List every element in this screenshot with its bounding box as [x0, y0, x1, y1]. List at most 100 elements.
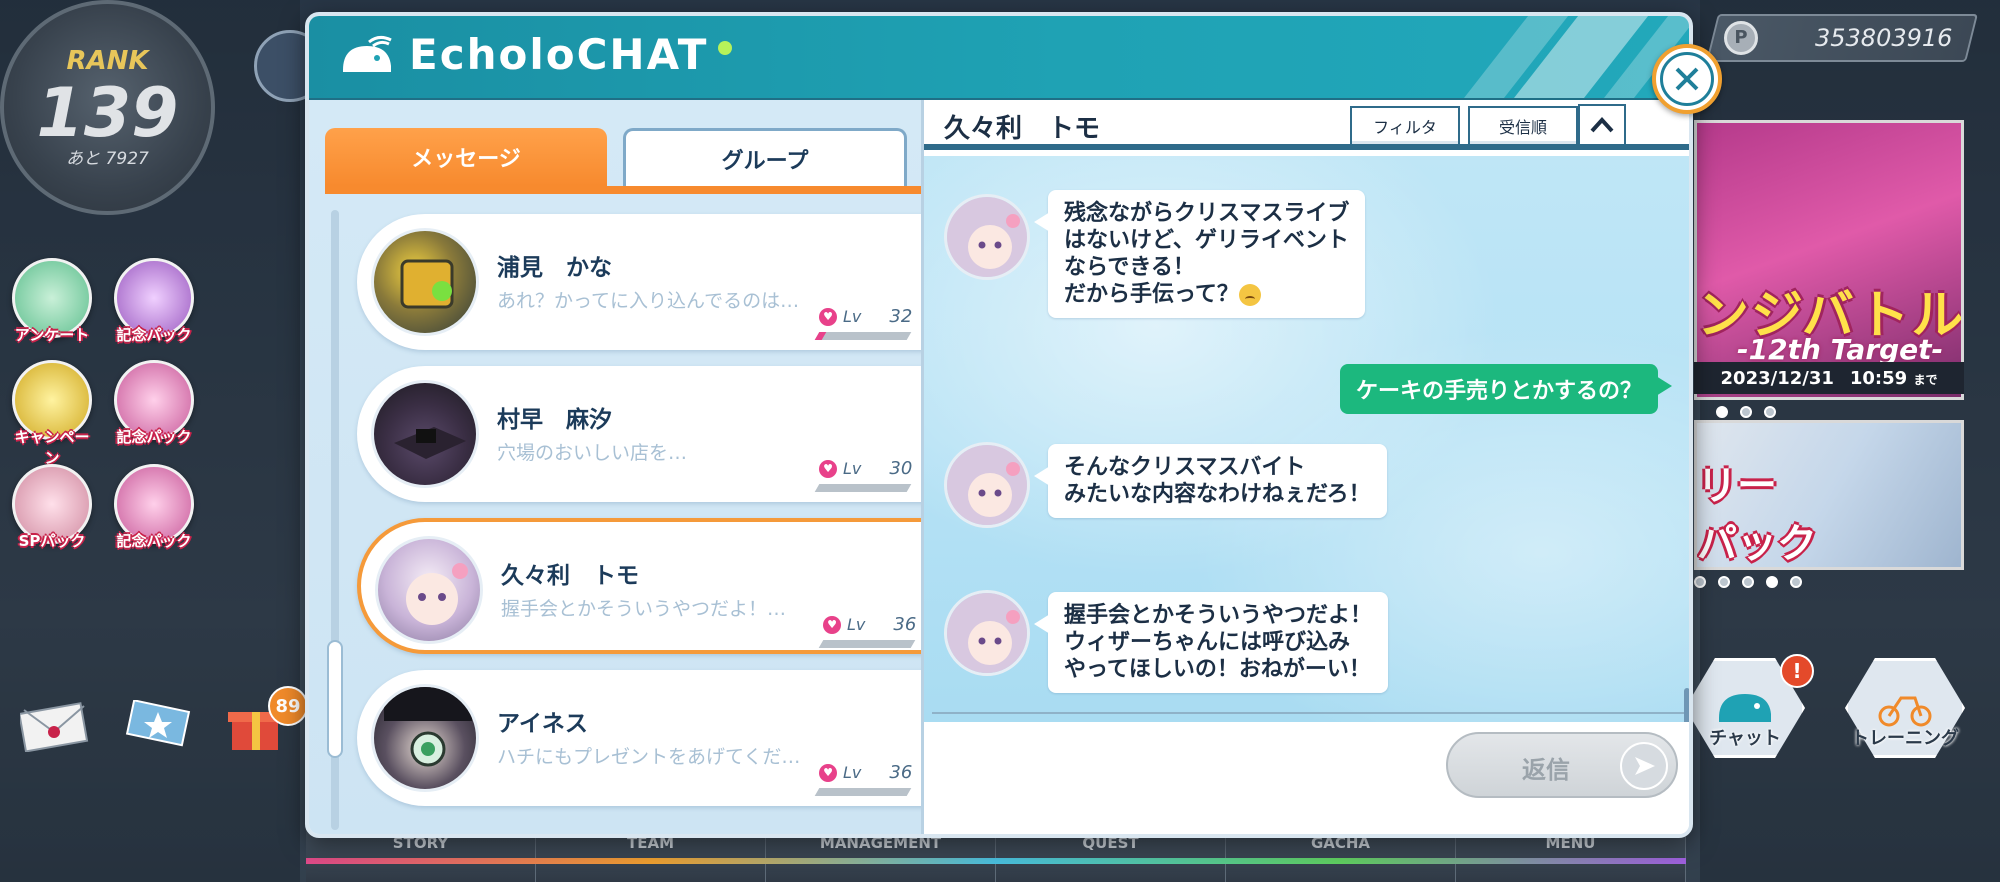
contacts-scrollbar-thumb[interactable]: [327, 640, 343, 758]
affinity-bar: [814, 484, 912, 492]
chat-label: チャット: [1709, 728, 1781, 749]
commemorative-pack-button[interactable]: 記念パック: [110, 258, 198, 345]
contact-item[interactable]: アイネス ハチにもプレゼントをあげてくだ… ♥ Lv 36: [357, 670, 977, 806]
rank-next-exp: あと 7927: [66, 149, 149, 169]
reply-button[interactable]: 返信: [1446, 732, 1678, 798]
event-date: 2023/12/31: [1720, 367, 1834, 389]
message-list-divider: [932, 712, 1688, 714]
affinity-level: ♥ Lv 36: [823, 614, 916, 635]
conversation-panel: 久々利 トモ フィルタ 受信順 残念ながらクリスマスライブ はないけど、ゲリライ…: [921, 100, 1689, 834]
event-banner-date: 2023/12/31 10:59 まで: [1694, 362, 1964, 394]
chevron-up-icon: [1590, 117, 1614, 133]
tab-underline: [325, 186, 921, 194]
partner-avatar: [944, 590, 1030, 676]
reply-label: 返信: [1522, 756, 1570, 784]
pack-banner[interactable]: リー パック: [1694, 420, 1964, 570]
echolochat-dialog: EcholoCHAT メッセージ グループ 浦見 かな あれ？かってに入り込んで…: [305, 12, 1693, 838]
level-label: Lv: [843, 459, 862, 478]
training-button[interactable]: トレーニング: [1840, 658, 1970, 778]
pack-banner-pager[interactable]: [1694, 576, 1802, 588]
avatar: [375, 536, 483, 644]
currency-display: P 353803916: [1706, 14, 1978, 62]
collapse-button[interactable]: [1578, 104, 1626, 146]
reply-area: 返信: [924, 722, 1689, 834]
chat-alert-badge: !: [1780, 654, 1814, 688]
event-banner[interactable]: ンジバトル -12th Target-: [1694, 120, 1964, 400]
survey-label: アンケート: [14, 326, 90, 344]
star-flag-icon[interactable]: [124, 699, 194, 752]
contact-item[interactable]: 村早 麻汐 穴場のおいしい店を… ♥ Lv 30: [357, 366, 977, 502]
level-label: Lv: [847, 615, 866, 634]
gift-count-badge: 89: [268, 686, 308, 726]
echolochat-logo: EcholoCHAT: [339, 30, 733, 79]
pager-dot[interactable]: [1694, 576, 1706, 588]
sort-button[interactable]: 受信順: [1468, 106, 1578, 146]
contact-preview: あれ？かってに入り込んでるのは…: [497, 290, 800, 312]
send-arrow-icon: [1620, 742, 1668, 790]
dialog-header: EcholoCHAT: [309, 16, 1689, 98]
sp-pack-label: SPパック: [18, 532, 86, 550]
affinity-level: ♥ Lv 32: [819, 306, 912, 327]
message-bubble-incoming: 残念ながらクリスマスライブ はないけど、ゲリライベント ならできる！ だから手伝…: [1033, 190, 1366, 318]
message-scrollbar[interactable]: [1684, 688, 1689, 722]
contact-preview: 握手会とかそういうやつだよ！…: [501, 598, 787, 620]
level-value: 30: [889, 458, 913, 479]
survey-button[interactable]: アンケート: [8, 258, 96, 345]
pager-dot[interactable]: [1764, 406, 1776, 418]
rank-display[interactable]: RANK 139 あと 7927: [0, 0, 215, 215]
rank-value: 139: [36, 74, 179, 153]
avatar: [371, 684, 479, 792]
contact-item[interactable]: 浦見 かな あれ？かってに入り込んでるのは… ♥ Lv 32: [357, 214, 977, 350]
level-value: 36: [889, 762, 913, 783]
contact-preview: ハチにもプレゼントをあげてくだ…: [497, 746, 801, 768]
message-bubble-incoming: 握手会とかそういうやつだよ！ ウィザーちゃんには呼び込み やってほしいの！おねが…: [1033, 592, 1389, 693]
level-value: 32: [889, 306, 913, 327]
affinity-bar-fill: [814, 788, 820, 796]
pack-banner-text: リー パック: [1697, 463, 1817, 567]
filter-button[interactable]: フィルタ: [1350, 106, 1460, 146]
message-list[interactable]: 残念ながらクリスマスライブ はないけど、ゲリライベント ならできる！ だから手伝…: [924, 156, 1689, 722]
pager-dot[interactable]: [1740, 406, 1752, 418]
affinity-bar: [814, 332, 912, 340]
contact-item-selected[interactable]: 久々利 トモ 握手会とかそういうやつだよ！… ♥ Lv 36: [357, 518, 977, 654]
mail-icon[interactable]: [18, 700, 90, 753]
pager-dot[interactable]: [1718, 576, 1730, 588]
rank-label: RANK: [66, 46, 149, 76]
contact-name: 村早 麻汐: [497, 407, 612, 433]
commemorative-pack-button-3[interactable]: 記念パック: [110, 464, 198, 551]
campaign-button[interactable]: キャンペーン: [8, 360, 96, 468]
pager-dot[interactable]: [1766, 576, 1778, 588]
affinity-bar-fill: [814, 484, 820, 492]
contacts-panel: メッセージ グループ 浦見 かな あれ？かってに入り込んでるのは… ♥ Lv 3…: [309, 100, 977, 834]
pager-dot[interactable]: [1716, 406, 1728, 418]
contact-preview: 穴場のおいしい店を…: [497, 442, 688, 464]
training-label: トレーニング: [1851, 728, 1959, 749]
partner-avatar: [944, 194, 1030, 280]
close-button[interactable]: [1652, 44, 1722, 114]
tab-messages[interactable]: メッセージ: [325, 128, 607, 186]
pack-label: 記念パック: [116, 428, 192, 446]
pack-label: 記念パック: [116, 326, 192, 344]
commemorative-pack-button-2[interactable]: 記念パック: [110, 360, 198, 447]
close-icon: [1660, 52, 1714, 106]
contact-name: アイネス: [497, 711, 588, 737]
pager-dot[interactable]: [1790, 576, 1802, 588]
affinity-bar-fill: [818, 640, 824, 648]
affinity-bar: [818, 640, 916, 648]
currency-value: 353803916: [1814, 24, 1952, 52]
event-until: まで: [1913, 372, 1938, 387]
tab-groups[interactable]: グループ: [623, 128, 907, 186]
contact-name: 久々利 トモ: [501, 563, 639, 589]
sp-pack-button[interactable]: SPパック: [8, 464, 96, 551]
campaign-label: キャンペーン: [14, 428, 90, 467]
pager-dot[interactable]: [1742, 576, 1754, 588]
sweat-smile-emoji: [1238, 284, 1261, 306]
banner-pager[interactable]: [1716, 406, 1776, 418]
conversation-header: 久々利 トモ フィルタ 受信順: [924, 100, 1689, 150]
coin-icon: P: [1724, 21, 1758, 55]
affinity-bar: [814, 788, 912, 796]
app-title: EcholoCHAT: [409, 30, 709, 79]
affinity-level: ♥ Lv 36: [819, 762, 912, 783]
level-value: 36: [893, 614, 917, 635]
heart-icon: ♥: [819, 459, 837, 478]
